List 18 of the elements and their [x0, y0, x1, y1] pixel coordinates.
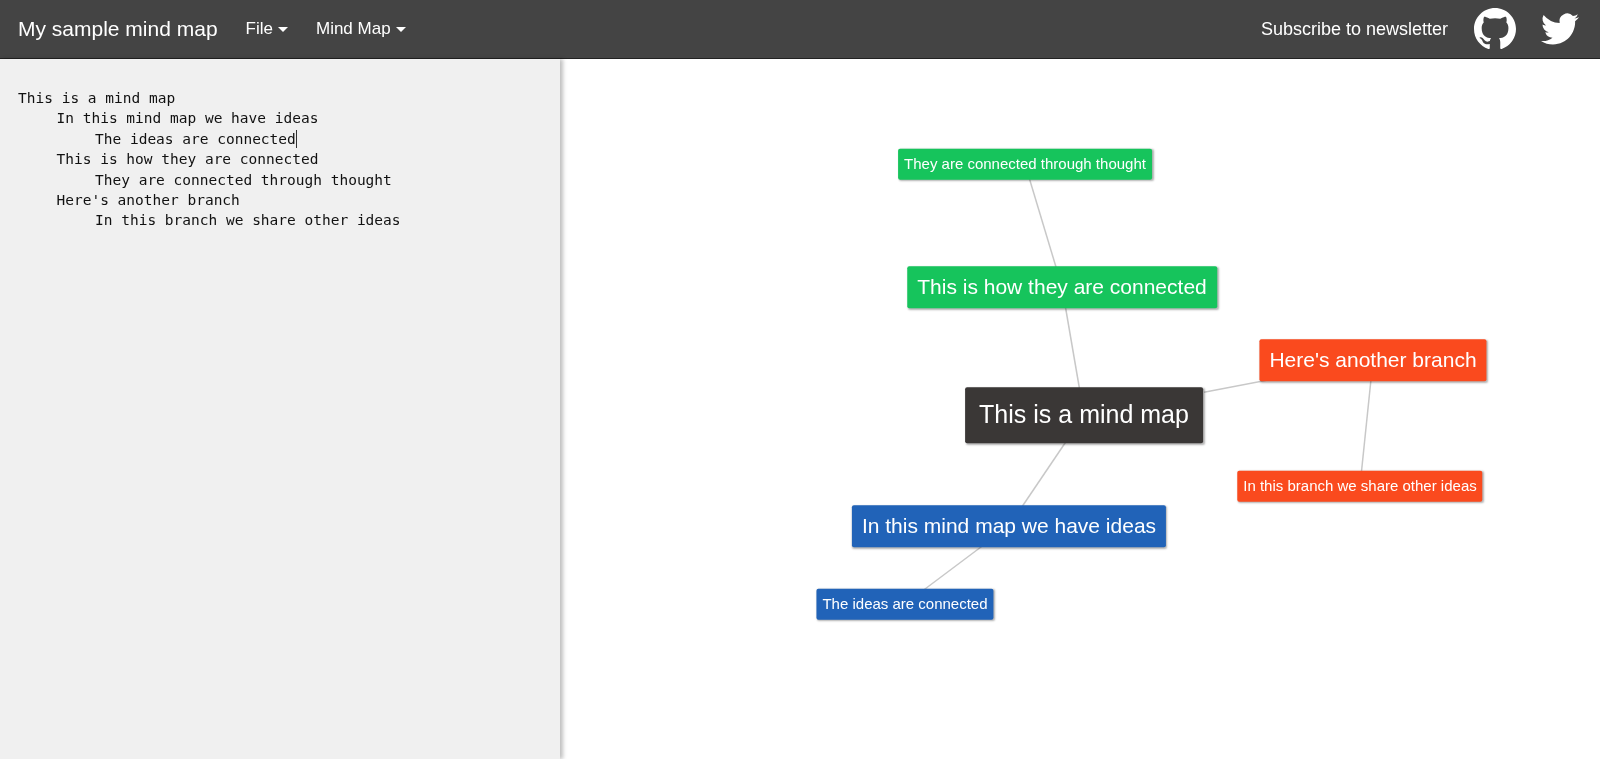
outline-line: They are connected through thought: [95, 170, 392, 190]
caret-icon: [395, 26, 406, 32]
subscribe-link[interactable]: Subscribe to newsletter: [1260, 15, 1448, 43]
mind-map-node[interactable]: The ideas are connected: [816, 588, 994, 620]
outline-line: This is how they are connected: [56, 150, 319, 170]
text-editor[interactable]: This is a mind map In this mind map we have ideas The ideas are connected This is how they are connected They are connected through thought Here's another branch In this branch we share other ideas: [0, 59, 560, 759]
caret-icon: [277, 26, 288, 32]
outline-line: In this branch we share other ideas: [95, 211, 401, 231]
menu-dropdown[interactable]: File: [245, 16, 288, 42]
outline-line: Here's another branch: [56, 191, 240, 211]
app-title[interactable]: My sample mind map: [18, 13, 218, 45]
outline-line: In this mind map we have ideas: [56, 109, 319, 129]
mind-map-node[interactable]: This is a mind map: [965, 387, 1203, 443]
menu-dropdown[interactable]: Mind Map: [315, 16, 406, 42]
mind-map-node[interactable]: In this mind map we have ideas: [851, 505, 1167, 547]
outline-line: This is a mind map: [18, 89, 176, 108]
github-icon[interactable]: [1474, 8, 1516, 50]
outline-line: The ideas are connected: [95, 129, 296, 149]
